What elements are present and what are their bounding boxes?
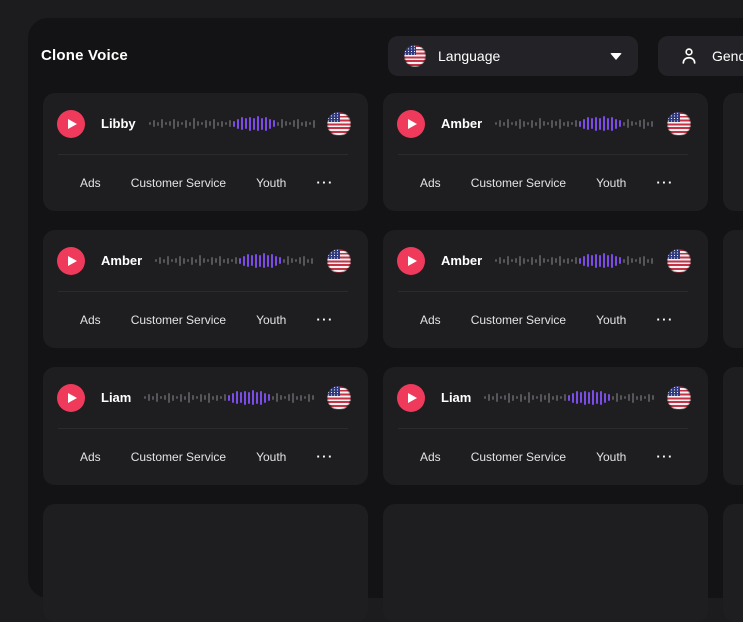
voice-name: Liam [441, 390, 471, 405]
more-options-button[interactable]: ··· [656, 313, 674, 326]
tag[interactable]: Ads [420, 450, 441, 464]
more-options-button[interactable]: ··· [656, 450, 674, 463]
more-options-button[interactable]: ··· [656, 176, 674, 189]
tag[interactable]: Customer Service [471, 313, 566, 327]
tag[interactable]: Ads [420, 313, 441, 327]
language-dropdown-label: Language [438, 48, 500, 64]
tag[interactable]: Youth [596, 313, 626, 327]
play-button[interactable] [57, 110, 85, 138]
play-button[interactable] [57, 384, 85, 412]
tag[interactable]: Customer Service [471, 450, 566, 464]
waveform [149, 116, 315, 132]
tag[interactable]: Ads [420, 176, 441, 190]
chevron-down-icon [610, 53, 622, 60]
us-flag-icon [327, 386, 351, 410]
more-options-button[interactable]: ··· [316, 313, 334, 326]
us-flag-icon [667, 112, 691, 136]
play-button[interactable] [57, 247, 85, 275]
voice-card[interactable]: Amber Ads Customer Service Youth ··· [383, 93, 708, 211]
tag[interactable]: Youth [256, 313, 286, 327]
us-flag-icon [667, 386, 691, 410]
language-dropdown[interactable]: Language [388, 36, 638, 76]
card-top-row: Amber [383, 93, 708, 154]
voice-card[interactable]: Libby Ads Customer Service Youth ··· [43, 93, 368, 211]
tag[interactable]: Customer Service [131, 176, 226, 190]
gender-dropdown[interactable]: Gender [658, 36, 743, 76]
card-top-row: Amber [383, 230, 708, 291]
tag[interactable]: Ads [80, 176, 101, 190]
voice-card-partial[interactable] [723, 504, 743, 622]
play-icon [68, 256, 77, 266]
tag[interactable]: Customer Service [131, 313, 226, 327]
waveform [484, 390, 655, 406]
waveform [144, 390, 315, 406]
waveform [495, 116, 655, 132]
us-flag-icon [667, 249, 691, 273]
tag-list: Ads Customer Service Youth ··· [43, 429, 368, 484]
more-options-button[interactable]: ··· [316, 450, 334, 463]
voice-card-partial[interactable] [43, 504, 368, 622]
play-icon [408, 393, 417, 403]
tag[interactable]: Youth [596, 450, 626, 464]
tag[interactable]: Customer Service [471, 176, 566, 190]
tag[interactable]: Ads [80, 313, 101, 327]
play-icon [408, 256, 417, 266]
tag[interactable]: Ads [80, 450, 101, 464]
voice-name: Amber [441, 253, 482, 268]
voice-card[interactable]: Amber Ads Customer Service Youth ··· [43, 230, 368, 348]
play-button[interactable] [397, 384, 425, 412]
voice-card-partial[interactable] [383, 504, 708, 622]
play-button[interactable] [397, 110, 425, 138]
play-icon [408, 119, 417, 129]
tag[interactable]: Customer Service [131, 450, 226, 464]
play-icon [68, 393, 77, 403]
waveform [155, 253, 315, 269]
tag-list: Ads Customer Service Youth ··· [383, 429, 708, 484]
page-title: Clone Voice [41, 47, 128, 64]
card-top-row: Liam [43, 367, 368, 428]
voice-card-partial[interactable] [723, 93, 743, 211]
card-top-row: Libby [43, 93, 368, 154]
tag[interactable]: Youth [596, 176, 626, 190]
play-icon [68, 119, 77, 129]
us-flag-icon [327, 249, 351, 273]
waveform [495, 253, 655, 269]
voice-card-partial[interactable] [723, 367, 743, 485]
person-icon [678, 45, 700, 67]
card-top-row: Amber [43, 230, 368, 291]
more-options-button[interactable]: ··· [316, 176, 334, 189]
tag[interactable]: Youth [256, 176, 286, 190]
us-flag-icon [404, 45, 426, 67]
tag-list: Ads Customer Service Youth ··· [383, 292, 708, 347]
voice-card-partial[interactable] [723, 230, 743, 348]
voice-name: Amber [441, 116, 482, 131]
gender-dropdown-label: Gender [712, 48, 743, 64]
voice-name: Amber [101, 253, 142, 268]
voice-name: Libby [101, 116, 136, 131]
play-button[interactable] [397, 247, 425, 275]
tag[interactable]: Youth [256, 450, 286, 464]
voice-card[interactable]: Amber Ads Customer Service Youth ··· [383, 230, 708, 348]
card-top-row: Liam [383, 367, 708, 428]
voice-name: Liam [101, 390, 131, 405]
voice-card-grid: Libby Ads Customer Service Youth ··· Amber … [43, 93, 743, 622]
us-flag-icon [327, 112, 351, 136]
voice-card[interactable]: Liam Ads Customer Service Youth ··· [383, 367, 708, 485]
tag-list: Ads Customer Service Youth ··· [43, 155, 368, 210]
voice-card[interactable]: Liam Ads Customer Service Youth ··· [43, 367, 368, 485]
tag-list: Ads Customer Service Youth ··· [383, 155, 708, 210]
tag-list: Ads Customer Service Youth ··· [43, 292, 368, 347]
